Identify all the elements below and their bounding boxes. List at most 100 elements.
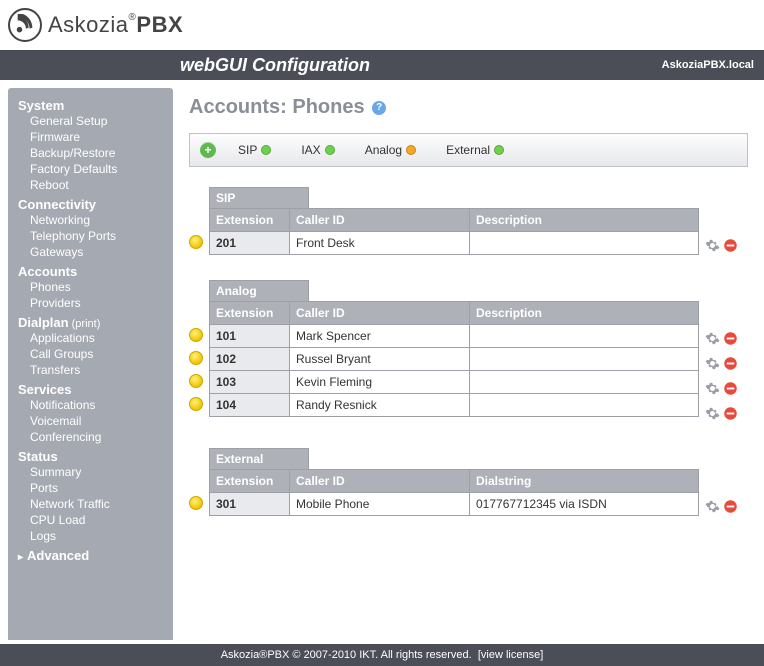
sidebar-group-inline[interactable]: (print)	[69, 318, 101, 330]
delete-icon[interactable]	[723, 331, 738, 346]
cell-third	[470, 232, 699, 255]
column-header: Description	[470, 209, 699, 232]
sidebar-item[interactable]: Network Traffic	[18, 496, 167, 512]
bulb-icon[interactable]	[189, 328, 203, 342]
cell-extension: 201	[210, 232, 290, 255]
sidebar-item[interactable]: Call Groups	[18, 346, 167, 362]
bulb-icon[interactable]	[189, 351, 203, 365]
add-type-external[interactable]: External	[446, 143, 504, 157]
gear-icon[interactable]	[705, 381, 720, 396]
phone-logo-icon	[8, 8, 42, 42]
add-type-sip[interactable]: SIP	[238, 143, 271, 157]
sidebar-item[interactable]: Voicemail	[18, 413, 167, 429]
sidebar-group: System	[18, 98, 167, 113]
table-row: 201Front Desk	[210, 232, 699, 255]
sidebar-item[interactable]: Applications	[18, 330, 167, 346]
column-header: Caller ID	[290, 470, 470, 493]
column-header: Caller ID	[290, 209, 470, 232]
add-type-iax[interactable]: IAX	[301, 143, 334, 157]
sidebar-item[interactable]: Conferencing	[18, 429, 167, 445]
sidebar-group: Status	[18, 449, 167, 464]
sidebar-item[interactable]: Networking	[18, 212, 167, 228]
column-header: Caller ID	[290, 302, 470, 325]
delete-icon[interactable]	[723, 499, 738, 514]
footer-text: Askozia®PBX © 2007-2010 IKT. All rights …	[221, 649, 472, 661]
cell-callerid: Front Desk	[290, 232, 470, 255]
hostname: AskoziaPBX.local	[662, 59, 754, 71]
sidebar-group: Services	[18, 382, 167, 397]
add-phone-button[interactable]: +	[200, 142, 216, 158]
cell-third	[470, 325, 699, 348]
view-license-link[interactable]: [view license]	[478, 649, 543, 661]
status-dot-icon	[406, 145, 416, 155]
column-header: Extension	[210, 470, 290, 493]
section-header: SIP	[209, 187, 309, 208]
gear-icon[interactable]	[705, 331, 720, 346]
sidebar-item[interactable]: Notifications	[18, 397, 167, 413]
table-row: 102Russel Bryant	[210, 348, 699, 371]
sidebar-group: Dialplan (print)	[18, 315, 167, 330]
column-header: Extension	[210, 302, 290, 325]
cell-callerid: Mobile Phone	[290, 493, 470, 516]
sidebar-item[interactable]: Factory Defaults	[18, 161, 167, 177]
status-dot-icon	[325, 145, 335, 155]
title-strip: webGUI Configuration AskoziaPBX.local	[0, 50, 764, 80]
cell-extension: 101	[210, 325, 290, 348]
help-icon[interactable]: ?	[372, 101, 386, 115]
delete-icon[interactable]	[723, 406, 738, 421]
add-phone-row: + SIP IAX Analog External	[189, 133, 748, 167]
bulb-icon[interactable]	[189, 374, 203, 388]
sidebar-item[interactable]: Providers	[18, 295, 167, 311]
sidebar-item[interactable]: Phones	[18, 279, 167, 295]
sidebar-item[interactable]: Reboot	[18, 177, 167, 193]
table-row: 104Randy Resnick	[210, 394, 699, 417]
table-row: 103Kevin Fleming	[210, 371, 699, 394]
gear-icon[interactable]	[705, 238, 720, 253]
section-external: ExtensionCaller IDDialstring301Mobile Ph…	[189, 469, 748, 519]
cell-callerid: Randy Resnick	[290, 394, 470, 417]
add-type-analog[interactable]: Analog	[365, 143, 416, 157]
sidebar-item[interactable]: Gateways	[18, 244, 167, 260]
sidebar-item[interactable]: CPU Load	[18, 512, 167, 528]
sidebar-item[interactable]: Ports	[18, 480, 167, 496]
sidebar-item[interactable]: Summary	[18, 464, 167, 480]
phones-table: ExtensionCaller IDDialstring301Mobile Ph…	[209, 469, 699, 516]
delete-icon[interactable]	[723, 356, 738, 371]
cell-third	[470, 394, 699, 417]
column-header: Extension	[210, 209, 290, 232]
add-type-label: IAX	[301, 143, 320, 157]
status-dot-icon	[261, 145, 271, 155]
cell-extension: 104	[210, 394, 290, 417]
sidebar-item[interactable]: General Setup	[18, 113, 167, 129]
logo-bar: Askozia®PBX	[0, 0, 764, 50]
phones-table: ExtensionCaller IDDescription201Front De…	[209, 208, 699, 255]
bulb-icon[interactable]	[189, 235, 203, 249]
cell-callerid: Mark Spencer	[290, 325, 470, 348]
cell-callerid: Kevin Fleming	[290, 371, 470, 394]
gear-icon[interactable]	[705, 406, 720, 421]
delete-icon[interactable]	[723, 238, 738, 253]
sidebar-item[interactable]: Firmware	[18, 129, 167, 145]
sidebar-item[interactable]: Transfers	[18, 362, 167, 378]
sidebar-item[interactable]: Backup/Restore	[18, 145, 167, 161]
column-header: Dialstring	[470, 470, 699, 493]
bulb-icon[interactable]	[189, 397, 203, 411]
add-type-label: Analog	[365, 143, 402, 157]
section-analog: ExtensionCaller IDDescription101Mark Spe…	[189, 301, 748, 426]
bulb-icon[interactable]	[189, 496, 203, 510]
table-row: 101Mark Spencer	[210, 325, 699, 348]
strip-title: webGUI Configuration	[180, 55, 370, 76]
cell-callerid: Russel Bryant	[290, 348, 470, 371]
gear-icon[interactable]	[705, 499, 720, 514]
logo-text: Askozia®PBX	[48, 12, 183, 38]
delete-icon[interactable]	[723, 381, 738, 396]
section-sip: ExtensionCaller IDDescription201Front De…	[189, 208, 748, 258]
sidebar-item[interactable]: Telephony Ports	[18, 228, 167, 244]
sidebar-item[interactable]: Logs	[18, 528, 167, 544]
status-dot-icon	[494, 145, 504, 155]
gear-icon[interactable]	[705, 356, 720, 371]
sidebar-group: Accounts	[18, 264, 167, 279]
sidebar: SystemGeneral SetupFirmwareBackup/Restor…	[8, 88, 173, 640]
sidebar-advanced[interactable]: Advanced	[18, 548, 167, 563]
column-header: Description	[470, 302, 699, 325]
